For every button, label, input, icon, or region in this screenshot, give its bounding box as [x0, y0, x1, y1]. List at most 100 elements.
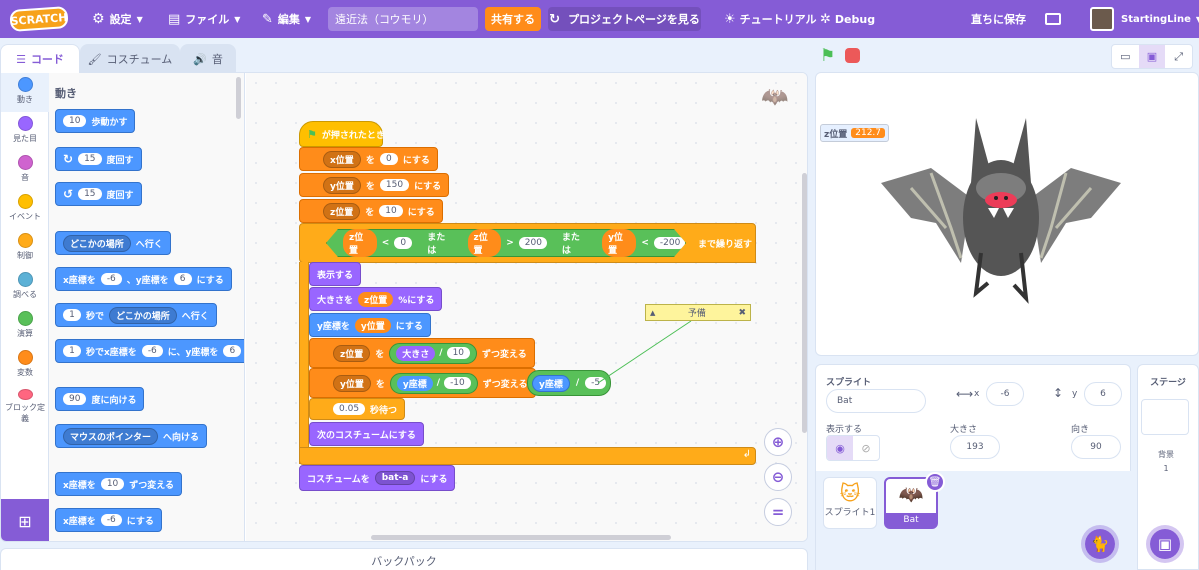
set-y-block[interactable]: y座標を y位置 にする [309, 313, 431, 337]
add-extension-button[interactable]: ⊞ [1, 499, 49, 541]
tutorials-button[interactable]: ☀ チュートリアル [724, 0, 817, 38]
choose-sprite-button[interactable]: 🐈 [1081, 525, 1119, 563]
zoom-in-button[interactable]: ⊕ [764, 428, 792, 456]
tab-sounds[interactable]: 🔊 音 [180, 44, 236, 73]
category-looks[interactable]: 見た目 [1, 112, 49, 151]
change-x-block[interactable]: x座標を 10 ずつ変える [55, 472, 182, 496]
set-size-block[interactable]: 大きさを z位置 %にする [309, 287, 443, 311]
move-steps-block[interactable]: 10 歩動かす [55, 109, 136, 133]
backdrops-label: 背景 [1158, 450, 1174, 459]
workspace-h-scrollbar[interactable] [371, 535, 671, 540]
comment-note[interactable]: ▲ 予備 ✖ [645, 304, 751, 321]
turn-right-block[interactable]: ↻ 15 度回す [55, 147, 142, 171]
zoom-out-button[interactable]: ⊖ [764, 463, 792, 491]
sprite-watermark-bat-icon: 🦇 [761, 85, 789, 110]
stage-size-toggles: ▭ ▣ ⤢ [1111, 44, 1193, 69]
block-palette: 動き 10 歩動かす ↻ 15 度回す ↺ 15 度回す どこかの場所 へ行く x座標を -6… [49, 73, 245, 541]
share-button[interactable]: 共有する [485, 7, 541, 31]
set-y-position-block[interactable]: y位置を 150 にする [299, 173, 450, 197]
set-x-position-block[interactable]: x位置を 0 にする [299, 147, 438, 171]
stage-target-panel[interactable]: ステージ 背景 1 ▣ [1137, 364, 1199, 570]
category-motion[interactable]: 動き [1, 73, 49, 112]
turn-left-block[interactable]: ↺ 15 度回す [55, 182, 142, 206]
go-to-block[interactable]: どこかの場所 へ行く [55, 231, 171, 255]
set-x-block[interactable]: x座標を -6 にする [55, 508, 162, 532]
file-menu[interactable]: ▤ ファイル ▼ [168, 0, 240, 38]
green-flag-button[interactable]: ⚑ [820, 46, 835, 66]
go-to-xy-block[interactable]: x座標を -6 、y座標を 6 にする [55, 267, 232, 291]
eye-slash-icon: ⊘ [861, 441, 871, 455]
when-flag-clicked-block[interactable]: ⚑ が押されたとき [299, 121, 385, 147]
x-position-input[interactable]: -6 [986, 382, 1024, 406]
set-z-position-block[interactable]: z位置を 10 にする [299, 199, 443, 223]
zoom-out-icon: ⊖ [771, 468, 785, 486]
account-menu[interactable]: StartingLine ▼ [1121, 0, 1199, 38]
small-stage-button[interactable]: ▭ [1112, 45, 1139, 68]
normal-stage-icon: ▣ [1146, 50, 1158, 63]
glide-to-block[interactable]: 1 秒で どこかの場所 へ行く [55, 303, 217, 327]
equals-icon: = [771, 503, 785, 521]
save-now-button[interactable]: 直ちに保存 [971, 0, 1026, 38]
stage-thumbnail[interactable] [1141, 399, 1189, 435]
point-towards-block[interactable]: マウスのポインター へ向ける [55, 424, 208, 448]
point-in-direction-block[interactable]: 90 度に向ける [55, 387, 145, 411]
looks-dot-icon [17, 116, 33, 131]
category-sensing[interactable]: 調べる [1, 268, 49, 307]
stop-button[interactable] [845, 48, 860, 63]
y-position-input[interactable]: 6 [1084, 382, 1122, 406]
category-events[interactable]: イベント [1, 190, 49, 229]
chevron-down-icon: ▼ [304, 14, 312, 24]
palette-scrollbar[interactable] [236, 77, 241, 119]
size-input[interactable]: 193 [950, 435, 1000, 459]
change-z-block[interactable]: z位置を大きさ/10 ずつ変える [309, 338, 535, 368]
chevron-down-icon: ▼ [234, 14, 241, 24]
divide-operator[interactable]: y座標 / -10 [389, 372, 478, 394]
normal-stage-button[interactable]: ▣ [1138, 45, 1166, 68]
choose-backdrop-button[interactable]: ▣ [1146, 525, 1184, 563]
switch-costume-block[interactable]: コスチュームを bat-a にする [299, 465, 456, 491]
fullscreen-button[interactable]: ⤢ [1165, 45, 1192, 68]
debug-button[interactable]: ✲ Debug [820, 0, 875, 38]
edit-menu[interactable]: ✎ 編集 ▼ [262, 0, 311, 38]
or-condition[interactable]: z位置 <0 または z位置 >200 または y位置 < -200 [326, 229, 686, 257]
bat-sprite[interactable] [876, 113, 1126, 313]
gear-icon: ⚙ [92, 11, 105, 27]
events-dot-icon [17, 194, 33, 209]
wait-block[interactable]: 0.05 秒待つ [309, 398, 406, 420]
category-variables[interactable]: 変数 [1, 346, 49, 385]
workspace-v-scrollbar[interactable] [802, 173, 807, 433]
control-dot-icon [17, 233, 33, 248]
loop-arrow-icon: ↲ [742, 449, 751, 460]
show-block[interactable]: 表示する [309, 262, 362, 286]
stage[interactable]: z位置 212.7 [815, 72, 1199, 356]
delete-sprite-button[interactable]: 🗑 [925, 472, 945, 492]
category-my-blocks[interactable]: ブロック定義 [1, 385, 49, 424]
close-icon[interactable]: ✖ [738, 308, 746, 318]
operators-dot-icon [17, 311, 33, 326]
glide-to-xy-block[interactable]: 1 秒でx座標を -6 に、y座標を 6 [55, 339, 244, 363]
divide-operator[interactable]: 大きさ/10 [389, 342, 478, 364]
see-project-page-button[interactable]: ↻ プロジェクトページを見る [548, 7, 701, 31]
show-sprite-button[interactable]: ◉ [827, 436, 853, 460]
next-costume-block[interactable]: 次のコスチュームにする [309, 422, 424, 446]
avatar[interactable] [1090, 7, 1114, 31]
tab-costumes[interactable]: 🖌 コスチューム [80, 44, 180, 73]
repeat-until-label: まで繰り返す [698, 240, 753, 250]
tab-code[interactable]: ☰ コード [0, 44, 80, 73]
sprite-name-input[interactable]: Bat [826, 389, 926, 413]
category-sound[interactable]: 音 [1, 151, 49, 190]
chevron-down-icon: ▼ [136, 14, 143, 24]
backpack[interactable]: バックパック [0, 548, 808, 570]
sprite-thumb-sprite1[interactable]: 🐱 スプライト1 [823, 477, 877, 529]
change-y-position-block[interactable]: y位置を y座標 / -10 ずつ変える [309, 368, 536, 398]
zoom-reset-button[interactable]: = [764, 498, 792, 526]
direction-input[interactable]: 90 [1071, 435, 1121, 459]
category-operators[interactable]: 演算 [1, 307, 49, 346]
green-flag-icon: ⚑ [307, 127, 317, 141]
settings-menu[interactable]: ⚙ 設定 ▼ [92, 0, 143, 38]
hide-sprite-button[interactable]: ⊘ [853, 436, 879, 460]
project-title-input[interactable]: 遠近法（コウモリ） [328, 7, 478, 31]
scratch-logo[interactable]: SCRATCH [9, 6, 69, 32]
category-control[interactable]: 制御 [1, 229, 49, 268]
my-stuff-folder-icon[interactable] [1045, 0, 1061, 38]
